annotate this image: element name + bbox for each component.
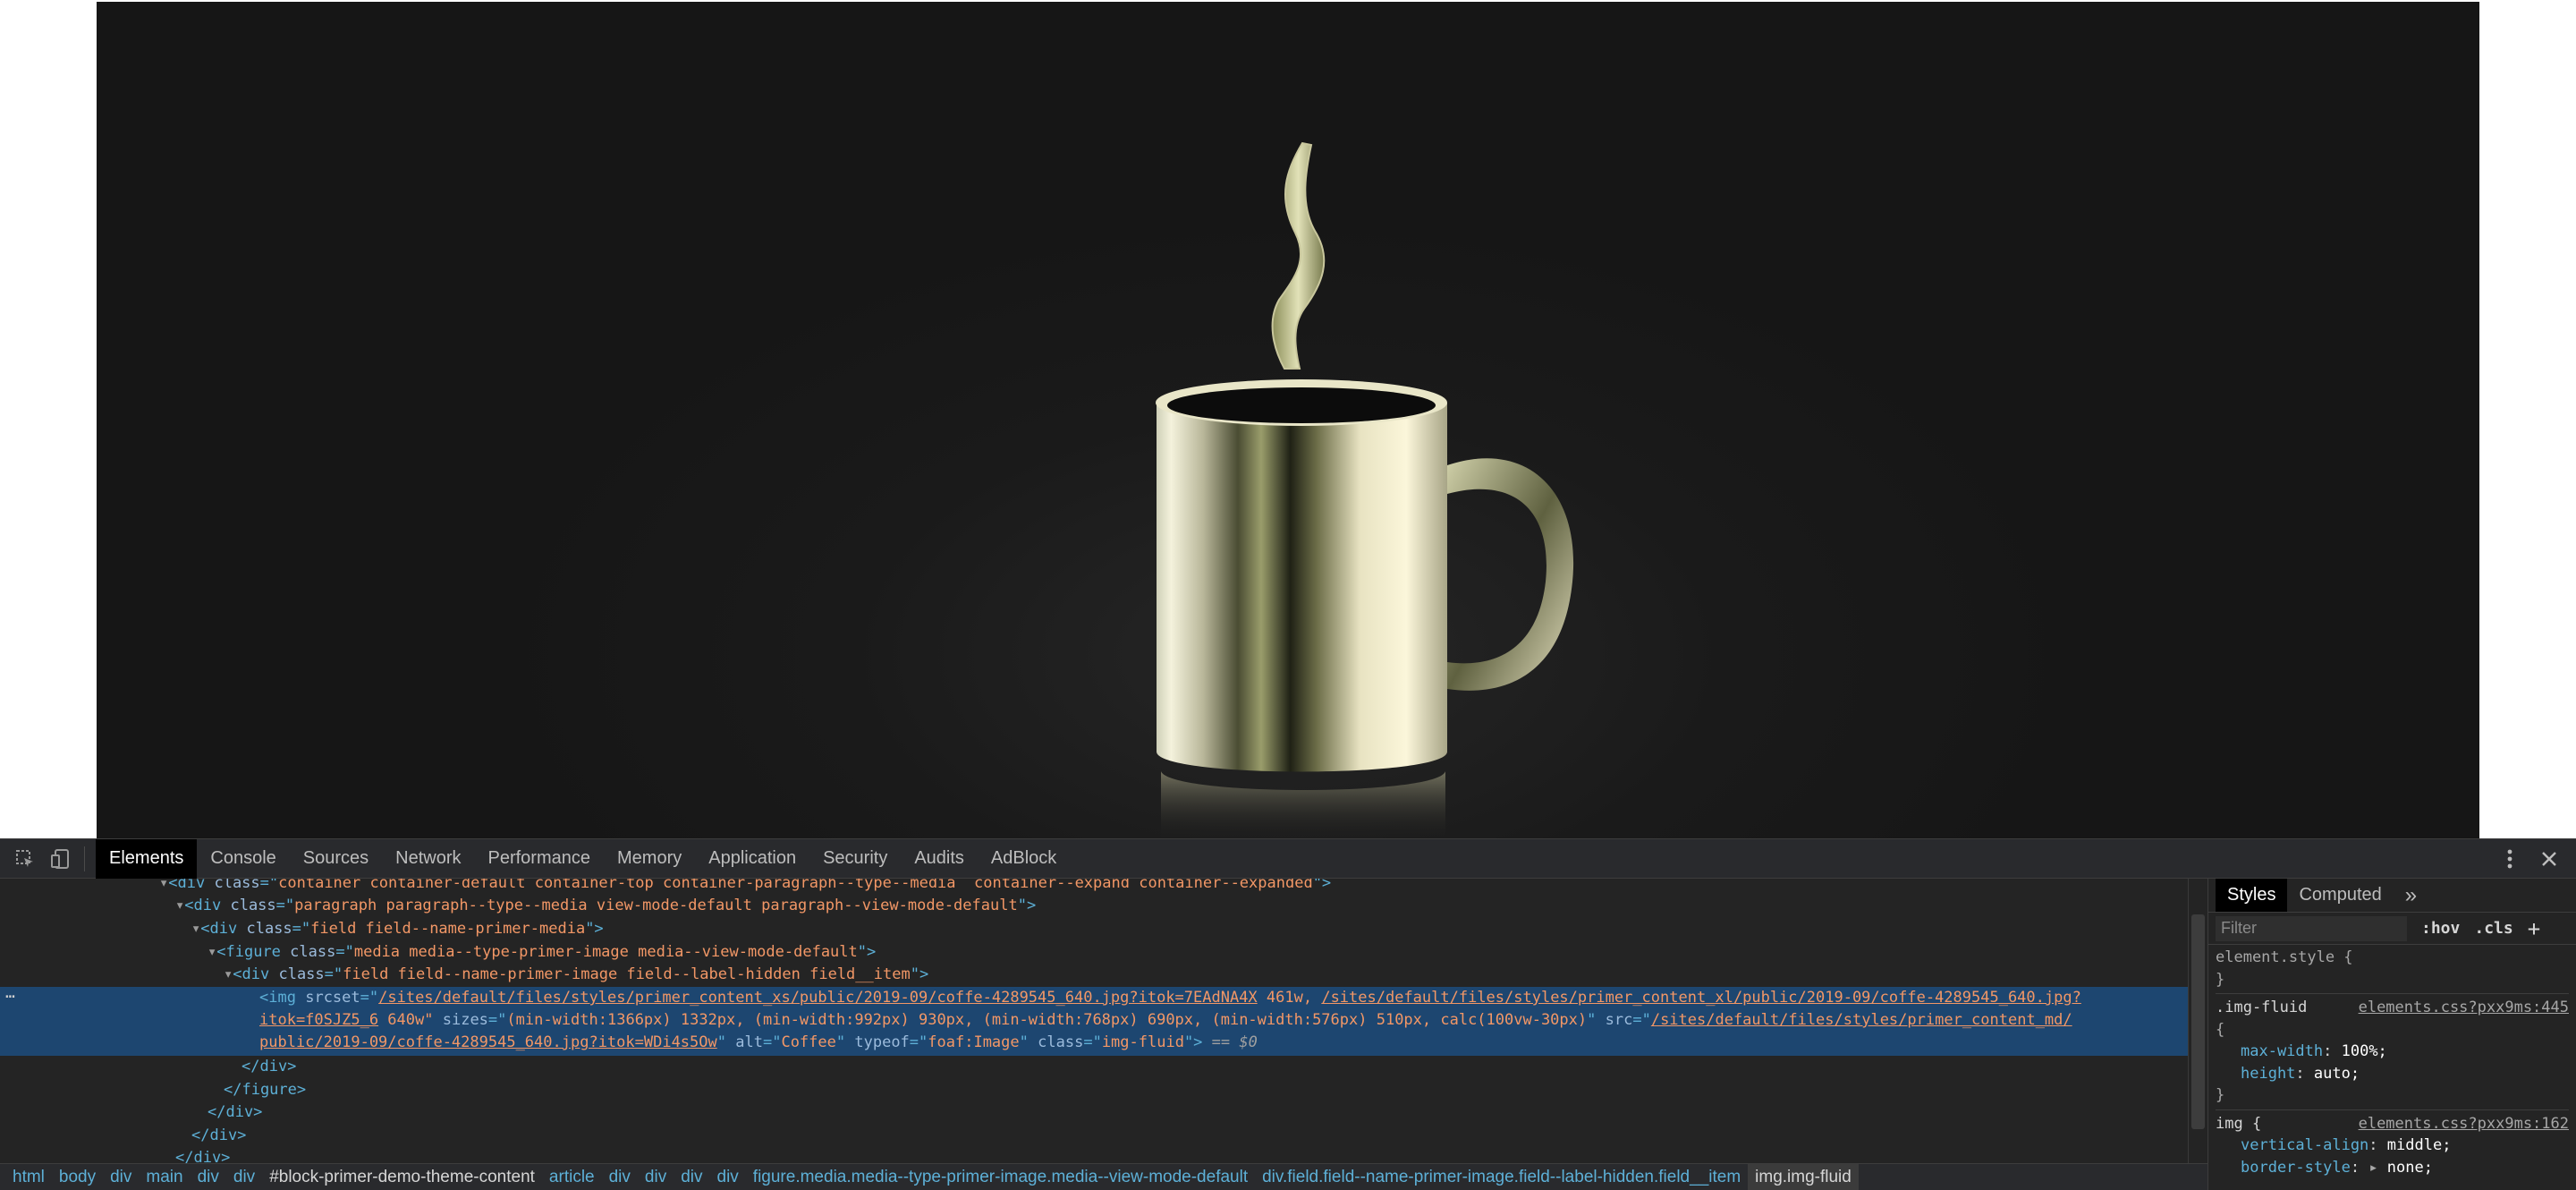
tree-node[interactable]: </div> [0, 1056, 2188, 1079]
breadcrumb-field-div[interactable]: div.field.field--name-primer-image.field… [1255, 1164, 1748, 1190]
hover-state-toggle[interactable]: :hov [2414, 919, 2467, 938]
tree-node[interactable]: </figure> [0, 1079, 2188, 1102]
tab-performance[interactable]: Performance [475, 839, 605, 879]
breadcrumb-div[interactable]: div [710, 1164, 746, 1190]
styles-filter-row: :hov .cls + [2208, 913, 2576, 945]
tree-node[interactable]: </div> [0, 1125, 2188, 1148]
toolbar-divider [84, 846, 85, 871]
tab-adblock[interactable]: AdBlock [978, 839, 1070, 879]
devtools-panel: Elements Console Sources Network Perform… [0, 838, 2576, 1190]
tab-styles[interactable]: Styles [2216, 879, 2288, 912]
breadcrumb-main[interactable]: main [139, 1164, 190, 1190]
tree-node[interactable]: ▾<div class="field field--name-primer-me… [0, 918, 2188, 941]
style-rules: element.style { } .img-fluid elements.css… [2208, 945, 2576, 1181]
breadcrumb-div[interactable]: div [674, 1164, 709, 1190]
rule-selector[interactable]: .img-fluid [2216, 999, 2307, 1016]
src-link[interactable]: public/2019-09/coffe-4289545_640.jpg?ito… [259, 1033, 717, 1051]
dom-breadcrumb: html body div main div div #block-primer… [0, 1163, 2207, 1190]
tab-audits[interactable]: Audits [901, 839, 978, 879]
panel-tabs: Elements Console Sources Network Perform… [96, 838, 1070, 879]
style-property[interactable]: max-width: 100%; [2216, 1041, 2569, 1063]
tree-node[interactable]: ▾<div class="field field--name-primer-im… [0, 964, 2188, 987]
rule-element-style: element.style { } [2216, 947, 2569, 994]
add-rule-icon[interactable]: + [2521, 916, 2547, 941]
page-viewport [0, 0, 2576, 838]
style-property[interactable]: height: auto; [2216, 1063, 2569, 1085]
rule-img: img { elements.css?pxx9ms:162 vertical-al… [2216, 1113, 2569, 1182]
breadcrumb-div[interactable]: div [226, 1164, 262, 1190]
close-icon[interactable] [2529, 839, 2569, 879]
srcset-link[interactable]: itok=f0SJZ5_6 [259, 1011, 378, 1029]
elements-tree: ▾<div class="container container-default… [0, 879, 2188, 1163]
node-actions-ellipsis[interactable]: … [5, 982, 15, 1005]
breadcrumb-div[interactable]: div [191, 1164, 226, 1190]
rule-close-brace: } [2216, 1086, 2225, 1104]
tab-elements[interactable]: Elements [96, 838, 198, 879]
tab-network[interactable]: Network [382, 839, 474, 879]
breadcrumb-block-content[interactable]: #block-primer-demo-theme-content [262, 1164, 542, 1190]
elements-scrollbar[interactable] [2188, 879, 2207, 1163]
more-tabs-chevron-icon[interactable]: » [2394, 879, 2428, 912]
breadcrumb-article[interactable]: article [542, 1164, 602, 1190]
tab-memory[interactable]: Memory [604, 839, 695, 879]
tab-sources[interactable]: Sources [290, 839, 382, 879]
styles-filter-input[interactable] [2216, 915, 2407, 941]
srcset-link[interactable]: /sites/default/files/styles/primer_conte… [378, 989, 1258, 1007]
toolbar-right-controls [2490, 839, 2569, 879]
styles-tabs: Styles Computed » [2208, 879, 2576, 913]
coffee-mug-illustration [1156, 141, 1574, 838]
rule-selector[interactable]: element.style { [2216, 947, 2569, 969]
tree-node[interactable]: ▾<div class="container container-default… [0, 879, 2188, 896]
breadcrumb-div[interactable]: div [103, 1164, 139, 1190]
src-link[interactable]: /sites/default/files/styles/primer_conte… [1651, 1011, 2072, 1029]
srcset-link[interactable]: /sites/default/files/styles/primer_conte… [1321, 989, 2081, 1007]
rule-selector[interactable]: img { [2216, 1115, 2261, 1133]
breadcrumb-body[interactable]: body [52, 1164, 103, 1190]
hero-image [97, 2, 2479, 838]
inspect-element-icon[interactable] [7, 839, 43, 879]
tab-console[interactable]: Console [197, 839, 289, 879]
scrollbar-thumb[interactable] [2191, 914, 2205, 1129]
more-vertical-icon[interactable] [2490, 839, 2529, 879]
tree-node[interactable]: </div> [0, 1147, 2188, 1163]
styles-sidebar: Styles Computed » :hov .cls + element.st… [2207, 879, 2576, 1190]
breadcrumb-html[interactable]: html [5, 1164, 52, 1190]
tree-node[interactable]: </div> [0, 1101, 2188, 1125]
devtools-toolbar: Elements Console Sources Network Perform… [0, 838, 2576, 879]
rule-img-fluid: .img-fluid elements.css?pxx9ms:445 { max-… [2216, 997, 2569, 1110]
tree-node[interactable]: ▾<div class="paragraph paragraph--type--… [0, 895, 2188, 918]
rule-source-link[interactable]: elements.css?pxx9ms:445 [2359, 997, 2569, 1019]
tab-security[interactable]: Security [809, 839, 901, 879]
breadcrumb-figure[interactable]: figure.media.media--type-primer-image.me… [746, 1164, 1255, 1190]
breadcrumb-div[interactable]: div [602, 1164, 638, 1190]
device-toolbar-icon[interactable] [43, 839, 79, 879]
rule-source-link[interactable]: elements.css?pxx9ms:162 [2359, 1113, 2569, 1135]
rule-close-brace: } [2216, 970, 2225, 989]
style-property[interactable]: border-style: ▸ none; [2216, 1157, 2569, 1179]
style-property[interactable]: vertical-align: middle; [2216, 1135, 2569, 1157]
tab-computed[interactable]: Computed [2287, 879, 2393, 912]
class-toggle[interactable]: .cls [2467, 919, 2520, 938]
tree-node[interactable]: ▾<figure class="media media--type-primer… [0, 941, 2188, 965]
tab-application[interactable]: Application [695, 839, 809, 879]
selected-img-node[interactable]: … <img srcset="/sites/default/files/styl… [0, 983, 2188, 1056]
rule-open-brace: { [2216, 1020, 2225, 1039]
breadcrumb-img[interactable]: img.img-fluid [1748, 1164, 1859, 1190]
breadcrumb-div[interactable]: div [638, 1164, 674, 1190]
